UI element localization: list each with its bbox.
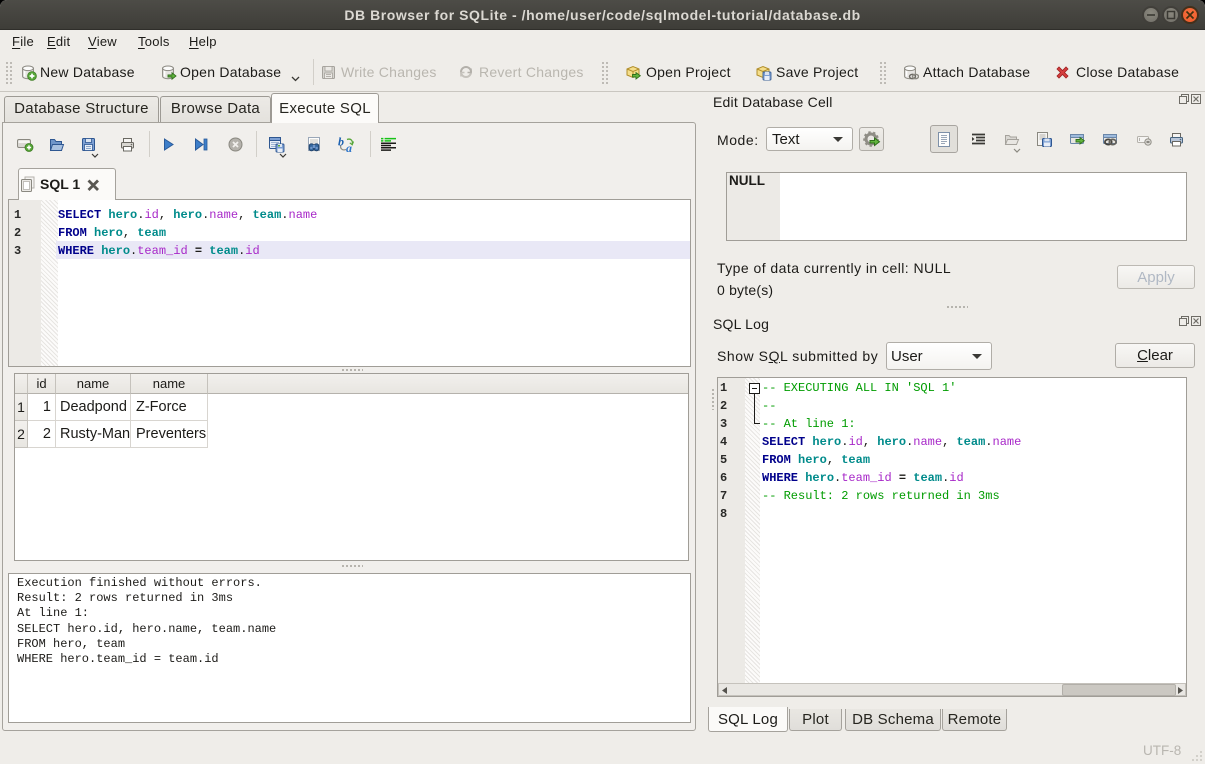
- svg-text:a: a: [346, 141, 352, 153]
